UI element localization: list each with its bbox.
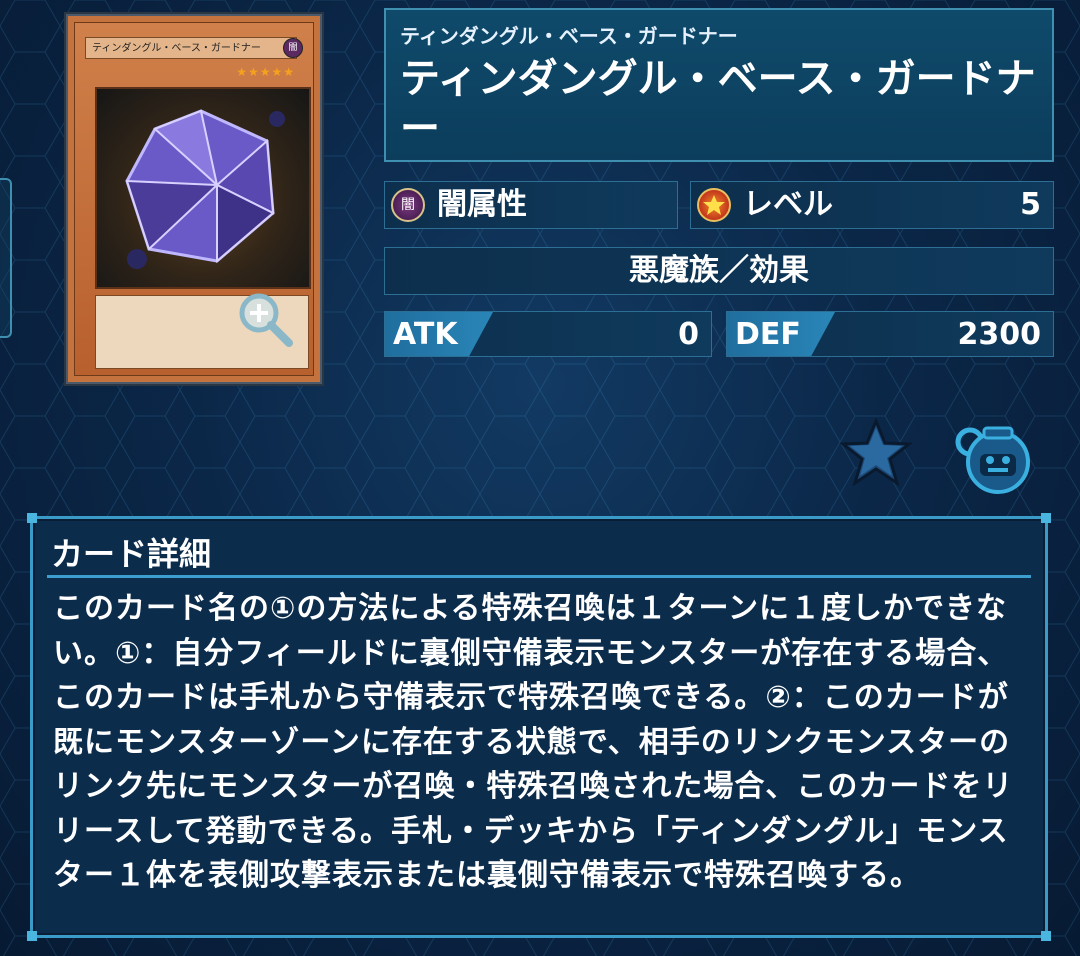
def-label: DEF (735, 317, 801, 352)
card-attribute-mini: 闇 (283, 38, 303, 58)
card-name-panel: ティンダングル・ベース・ガードナー ティンダングル・ベース・ガードナー (384, 8, 1054, 162)
card-name-on-card: ティンダングル・ベース・ガードナー (85, 37, 297, 59)
panel-corner (1041, 513, 1051, 523)
atk-box: ATK 0 (384, 311, 712, 357)
card-name-title: ティンダングル・ベース・ガードナー (400, 56, 1036, 152)
side-panel-tab[interactable] (0, 178, 12, 338)
type-box: 悪魔族／効果 (384, 247, 1054, 295)
dark-attribute-icon: 闇 (391, 188, 425, 222)
detail-divider (47, 575, 1031, 578)
level-star-icon (697, 188, 731, 222)
zoom-in-icon[interactable] (235, 289, 295, 349)
def-value: 2300 (957, 317, 1042, 352)
level-value: 5 (1020, 187, 1041, 222)
card-artwork (95, 87, 311, 289)
attribute-label: 闇属性 (437, 187, 527, 222)
level-box: レベル 5 (690, 181, 1054, 229)
card-level-stars: ★★★★★ (236, 65, 295, 79)
card-image[interactable]: ティンダングル・ベース・ガードナー 闇 ★★★★★ (66, 14, 322, 384)
card-effect-text: このカード名の①の方法による特殊召喚は１ターンに１度しかできない。①：自分フィー… (53, 591, 1014, 893)
card-name-ruby: ティンダングル・ベース・ガードナー (400, 24, 738, 48)
atk-label: ATK (393, 317, 458, 352)
card-frame: ティンダングル・ベース・ガードナー 闇 ★★★★★ (74, 22, 314, 376)
star-icon[interactable] (840, 418, 912, 486)
def-box: DEF 2300 (726, 311, 1054, 357)
monster-type: 悪魔族／効果 (629, 253, 809, 288)
detail-title: カード詳細 (51, 535, 212, 573)
level-label: レベル (743, 187, 833, 222)
panel-corner (1041, 931, 1051, 941)
card-detail-panel: カード詳細 このカード名の①の方法による特殊召喚は１ターンに１度しかできない。①… (27, 513, 1051, 941)
atk-value: 0 (678, 317, 699, 352)
mascot-icon[interactable] (952, 420, 1032, 496)
panel-corner (27, 513, 37, 523)
panel-corner (27, 931, 37, 941)
attribute-box: 闇 闇属性 (384, 181, 678, 229)
